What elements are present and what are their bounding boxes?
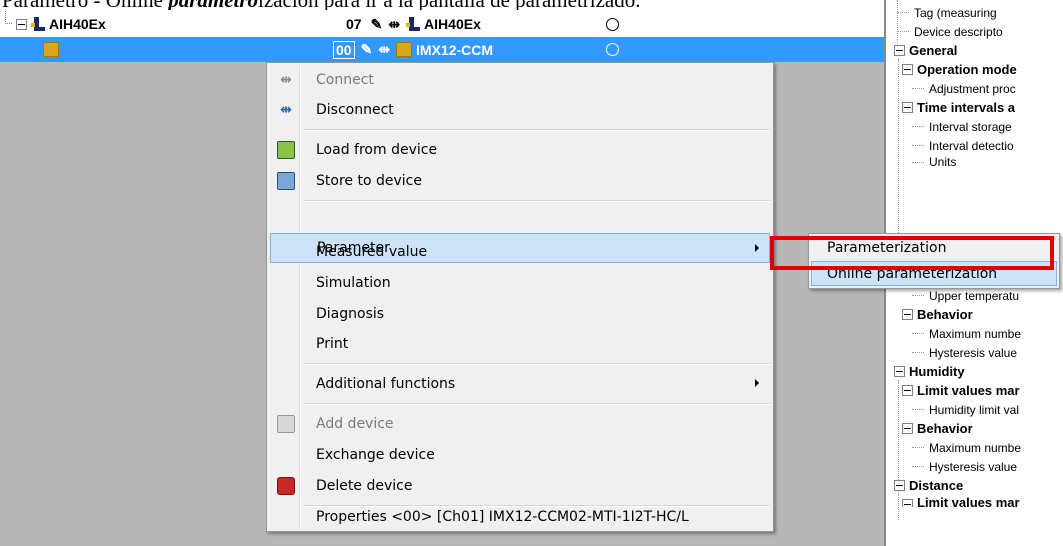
- pencil-icon[interactable]: ✎: [371, 16, 383, 33]
- delete-device-icon: [277, 477, 295, 495]
- param-group-time-intervals[interactable]: Time intervals a: [902, 98, 1015, 117]
- param-group-general[interactable]: General: [894, 41, 957, 60]
- param-group-distance[interactable]: Distance: [894, 476, 963, 495]
- param-row[interactable]: Hysteresis value: [912, 457, 1017, 476]
- param-row[interactable]: Humidity limit val: [912, 400, 1019, 419]
- bus-address: 07: [346, 16, 362, 32]
- param-row[interactable]: Interval storage: [912, 117, 1012, 136]
- connection-icon: ⇹: [388, 15, 401, 32]
- menu-item-measured-value[interactable]: Measured value: [269, 237, 769, 267]
- tree-row-aih40ex[interactable]: AIH40Ex 07 ✎ ⇹ AIH40Ex: [0, 11, 884, 37]
- menu-item-additional-functions[interactable]: Additional functions: [269, 369, 769, 399]
- menu-item-store-to-device[interactable]: Store to device: [269, 166, 769, 196]
- menu-item-connect[interactable]: ⇹ Connect: [269, 65, 769, 95]
- caption-middle: - Online: [88, 0, 168, 10]
- collapse-toggle-icon: [902, 102, 913, 113]
- menu-item-properties[interactable]: Properties <00> [Ch01] IMX12-CCM02-MTI-1…: [269, 503, 769, 531]
- caption-bold: parámetro: [168, 0, 258, 10]
- menu-item-load-from-device[interactable]: Load from device: [269, 135, 769, 165]
- param-row[interactable]: Maximum numbe: [912, 438, 1021, 457]
- collapse-toggle-icon: [894, 45, 905, 56]
- param-group-limit-values[interactable]: Limit values mar: [902, 381, 1020, 400]
- tree-row-name: AIH40Ex: [49, 16, 106, 32]
- collapse-toggle-icon: [894, 366, 905, 377]
- menu-item-add-device[interactable]: Add device: [269, 409, 769, 439]
- param-group-humidity[interactable]: Humidity: [894, 362, 965, 381]
- store-to-device-icon: [277, 172, 295, 190]
- connect-icon: ⇹: [280, 72, 292, 88]
- param-group-limit-values[interactable]: Limit values mar: [902, 495, 1020, 507]
- module-folder-icon: [396, 42, 413, 57]
- gateway-device-icon: [31, 17, 45, 31]
- add-device-icon: [277, 415, 295, 433]
- param-row[interactable]: Adjustment proc: [912, 79, 1016, 98]
- menu-item-print[interactable]: Print: [269, 329, 769, 359]
- menu-item-diagnosis[interactable]: Diagnosis: [269, 299, 769, 329]
- disconnect-icon: ⇹: [280, 102, 292, 118]
- gateway-device-icon: [406, 17, 421, 31]
- collapse-toggle-icon: [902, 423, 913, 434]
- status-circle-icon: [606, 43, 619, 56]
- load-from-device-icon: [277, 141, 295, 159]
- bus-address: 00: [333, 40, 355, 59]
- collapse-toggle-icon: [894, 480, 905, 491]
- param-group-behavior[interactable]: Behavior: [902, 419, 973, 438]
- param-row[interactable]: Hysteresis value: [912, 343, 1017, 362]
- device-type: AIH40Ex: [424, 16, 481, 32]
- connection-icon: ⇹: [378, 41, 391, 57]
- caption-prefix: Parámetro: [2, 0, 88, 10]
- submenu-arrow-icon: [755, 379, 759, 387]
- param-row[interactable]: Interval detectio: [912, 136, 1014, 155]
- param-row[interactable]: Tag (measuring: [897, 3, 997, 22]
- menu-item-simulation[interactable]: Simulation: [269, 268, 769, 298]
- param-row[interactable]: Device descripto: [897, 22, 1003, 41]
- caption-suffix: ización para ir a la pantalla de paramet…: [258, 0, 640, 10]
- collapse-toggle-icon: [902, 385, 913, 396]
- tree-connector-line: [5, 11, 12, 24]
- param-group-operation-mode[interactable]: Operation mode: [902, 60, 1017, 79]
- param-group-behavior[interactable]: Behavior: [902, 305, 973, 324]
- tree-row-imx12-selected[interactable]: 00 ✎ ⇹ IMX12-CCM: [0, 37, 884, 62]
- collapse-toggle-icon: [902, 499, 913, 507]
- device-type: IMX12-CCM: [416, 41, 494, 58]
- highlight-annotation-box: [770, 236, 1054, 270]
- module-folder-icon: [43, 42, 59, 57]
- menu-item-exchange-device[interactable]: Exchange device: [269, 440, 769, 470]
- menu-item-delete-device[interactable]: Delete device: [269, 471, 769, 501]
- param-row[interactable]: Units: [912, 155, 956, 169]
- pencil-icon[interactable]: ✎: [361, 41, 373, 58]
- collapse-toggle-icon: [902, 309, 913, 320]
- param-row[interactable]: Maximum numbe: [912, 324, 1021, 343]
- context-menu: ⇹ Connect ⇹ Disconnect Load from device …: [266, 62, 774, 532]
- collapse-toggle-icon[interactable]: [16, 18, 27, 30]
- collapse-toggle-icon: [902, 64, 913, 75]
- menu-item-disconnect[interactable]: ⇹ Disconnect: [269, 95, 769, 125]
- status-circle-icon: [606, 17, 619, 31]
